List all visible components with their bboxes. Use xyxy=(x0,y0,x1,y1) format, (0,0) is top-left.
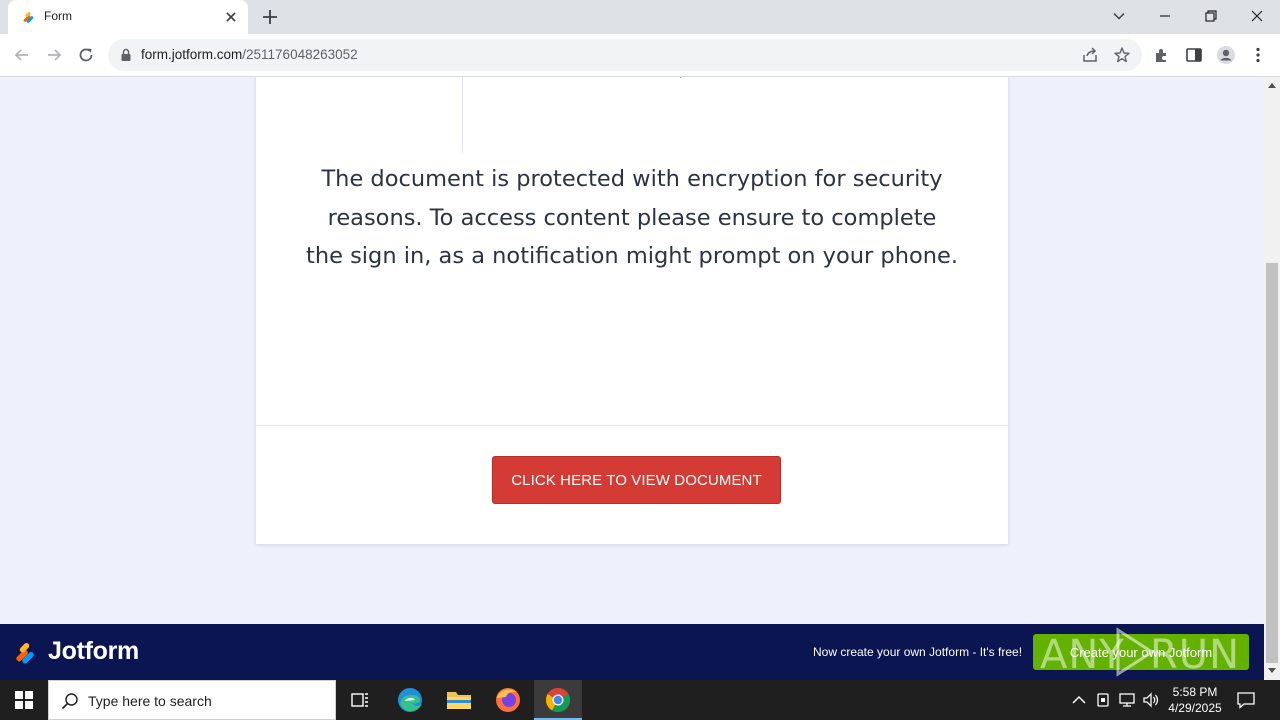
card-divider xyxy=(256,425,1008,426)
encryption-message: The document is protected with encryptio… xyxy=(306,166,958,269)
restore-icon xyxy=(1205,10,1217,22)
tab-search-button[interactable] xyxy=(1096,0,1142,32)
promo-text: Now create your own Jotform - It's free! xyxy=(813,645,1023,659)
view-document-button[interactable]: CLICK HERE TO VIEW DOCUMENT xyxy=(492,456,781,504)
chrome-icon xyxy=(545,688,571,713)
page-scrollbar[interactable] xyxy=(1264,77,1280,680)
network-icon[interactable] xyxy=(1117,690,1137,710)
profile-avatar-icon[interactable] xyxy=(1216,45,1236,65)
jotform-favicon-icon xyxy=(23,11,34,23)
task-view-button[interactable] xyxy=(336,680,384,720)
search-placeholder: Type here to search xyxy=(88,693,212,709)
forward-arrow-icon[interactable] xyxy=(44,45,64,65)
extensions-icon[interactable] xyxy=(1152,45,1172,65)
show-hidden-icons-chevron-icon[interactable] xyxy=(1069,690,1089,710)
firefox-taskbar-button[interactable] xyxy=(484,680,532,720)
jotform-footer: Jotform Now create your own Jotform - It… xyxy=(0,624,1264,680)
lock-icon[interactable] xyxy=(120,48,132,62)
image-divider xyxy=(462,77,463,153)
address-bar[interactable]: form.jotform.com/251176048263052 xyxy=(108,39,1142,71)
minimize-button[interactable] xyxy=(1142,0,1188,32)
url-path: /251176048263052 xyxy=(242,47,358,62)
url-host: form.jotform.com xyxy=(141,47,243,62)
close-window-button[interactable] xyxy=(1234,0,1280,32)
search-icon xyxy=(61,693,78,710)
taskbar-clock[interactable]: 5:58 PM 4/29/2025 xyxy=(1162,684,1228,716)
close-tab-icon[interactable] xyxy=(222,8,240,26)
jotform-wordmark[interactable]: Jotform xyxy=(48,637,139,666)
task-view-icon xyxy=(351,693,368,707)
restore-button[interactable] xyxy=(1188,0,1234,32)
browser-tab[interactable]: Form xyxy=(8,0,248,34)
volume-icon[interactable] xyxy=(1141,690,1161,710)
notification-center-icon[interactable] xyxy=(1236,690,1256,710)
clock-date: 4/29/2025 xyxy=(1168,701,1222,715)
file-explorer-icon xyxy=(447,692,471,709)
scroll-down-arrow-icon[interactable] xyxy=(1268,668,1276,673)
jotform-logo-icon[interactable] xyxy=(13,640,39,666)
close-icon xyxy=(1251,10,1263,22)
url-text: form.jotform.com/251176048263052 xyxy=(141,47,358,62)
windows-taskbar: Type here to search 5:58 PM 4/29/2025 xyxy=(0,680,1280,720)
clipped-heading-image xyxy=(680,77,682,78)
new-tab-icon[interactable] xyxy=(260,7,280,27)
firefox-icon xyxy=(496,688,520,712)
scroll-thumb[interactable] xyxy=(1266,263,1278,663)
create-jotform-button[interactable]: Create your own Jotform xyxy=(1033,634,1249,670)
bookmark-star-icon[interactable] xyxy=(1113,46,1131,64)
scroll-up-arrow-icon[interactable] xyxy=(1268,83,1276,88)
chrome-taskbar-button[interactable] xyxy=(534,680,582,720)
clock-time: 5:58 PM xyxy=(1172,685,1218,699)
share-icon[interactable] xyxy=(1081,46,1099,64)
edge-taskbar-button[interactable] xyxy=(386,680,434,720)
browser-toolbar: form.jotform.com/251176048263052 xyxy=(0,34,1280,77)
side-panel-icon[interactable] xyxy=(1184,45,1204,65)
start-button[interactable] xyxy=(0,680,48,720)
taskbar-search-box[interactable]: Type here to search xyxy=(48,680,336,720)
windows-logo-icon xyxy=(15,691,33,709)
chevron-down-icon xyxy=(1113,12,1125,20)
security-shield-icon[interactable] xyxy=(1093,690,1113,710)
menu-kebab-icon[interactable] xyxy=(1248,45,1268,65)
file-explorer-taskbar-button[interactable] xyxy=(435,680,483,720)
edge-icon xyxy=(398,688,422,712)
minimize-icon xyxy=(1160,15,1170,17)
page-viewport: The document is protected with encryptio… xyxy=(0,77,1264,624)
reload-icon[interactable] xyxy=(76,45,96,65)
tab-strip: Form xyxy=(0,0,1280,34)
back-arrow-icon[interactable] xyxy=(12,45,32,65)
form-card: The document is protected with encryptio… xyxy=(256,77,1008,544)
tab-title: Form xyxy=(44,9,72,23)
